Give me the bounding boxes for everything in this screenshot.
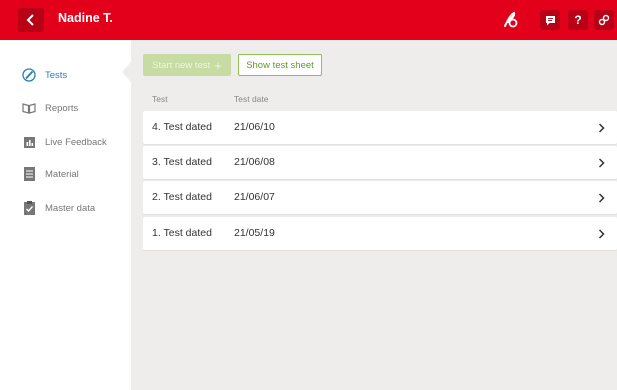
chevron-right-icon — [595, 191, 607, 204]
clef-icon — [504, 11, 518, 28]
chevron-right-icon — [595, 156, 607, 169]
test-date: 21/05/19 — [234, 227, 275, 239]
sidebar-item-live-feedback[interactable]: Live Feedback — [0, 128, 130, 156]
start-new-test-button[interactable]: Start new test + — [143, 54, 231, 76]
test-name: 1. Test dated — [152, 227, 212, 239]
test-date: 21/06/07 — [234, 191, 275, 203]
column-header-test: Test — [152, 94, 168, 104]
clef-button[interactable] — [500, 10, 520, 30]
table-row[interactable]: 4. Test dated 21/06/10 — [143, 111, 617, 144]
test-name: 2. Test dated — [152, 191, 212, 203]
test-name: 3. Test dated — [152, 156, 212, 168]
chevron-left-icon — [26, 14, 34, 26]
top-bar: Nadine T. ? — [0, 0, 617, 40]
sidebar-item-label: Reports — [45, 102, 79, 114]
document-icon — [22, 167, 36, 181]
start-new-test-label: Start new test — [152, 59, 211, 71]
table-row[interactable]: 2. Test dated 21/06/07 — [143, 181, 617, 214]
user-name: Nadine T. — [58, 11, 113, 25]
sidebar-item-label: Master data — [45, 202, 96, 214]
test-date: 21/06/08 — [234, 156, 275, 168]
help-button[interactable]: ? — [568, 10, 588, 30]
sidebar-item-label: Tests — [45, 69, 68, 81]
open-book-icon — [22, 101, 36, 115]
pencil-circle-icon — [22, 68, 36, 82]
link-icon — [598, 14, 610, 26]
sidebar-item-label: Material — [45, 168, 79, 180]
chevron-right-icon — [595, 121, 607, 134]
main-content: Start new test + Show test sheet Test Te… — [131, 40, 617, 390]
chat-icon — [545, 15, 555, 25]
plus-icon: + — [214, 57, 222, 73]
table-row[interactable]: 3. Test dated 21/06/08 — [143, 146, 617, 179]
sidebar: Tests Reports Live Feedback Material Mas… — [0, 40, 131, 390]
sidebar-item-material[interactable]: Material — [0, 160, 130, 188]
column-header-date: Test date — [234, 94, 269, 104]
bar-chart-icon — [22, 135, 36, 149]
app-window: Nadine T. ? Tests Reports Live Feedback … — [0, 0, 617, 390]
help-icon: ? — [574, 13, 582, 27]
active-indicator — [122, 62, 131, 82]
table-row[interactable]: 1. Test dated 21/05/19 — [143, 217, 617, 250]
show-test-sheet-button[interactable]: Show test sheet — [238, 54, 322, 76]
test-date: 21/06/10 — [234, 121, 275, 133]
clipboard-check-icon — [22, 201, 36, 215]
link-button[interactable] — [594, 10, 614, 30]
test-name: 4. Test dated — [152, 121, 212, 133]
chevron-right-icon — [595, 227, 607, 240]
sidebar-item-reports[interactable]: Reports — [0, 94, 130, 122]
back-button[interactable] — [18, 8, 44, 32]
sidebar-item-master-data[interactable]: Master data — [0, 194, 130, 222]
sidebar-item-label: Live Feedback — [45, 136, 107, 148]
chat-button[interactable] — [540, 10, 560, 30]
sidebar-item-tests[interactable]: Tests — [0, 61, 130, 89]
